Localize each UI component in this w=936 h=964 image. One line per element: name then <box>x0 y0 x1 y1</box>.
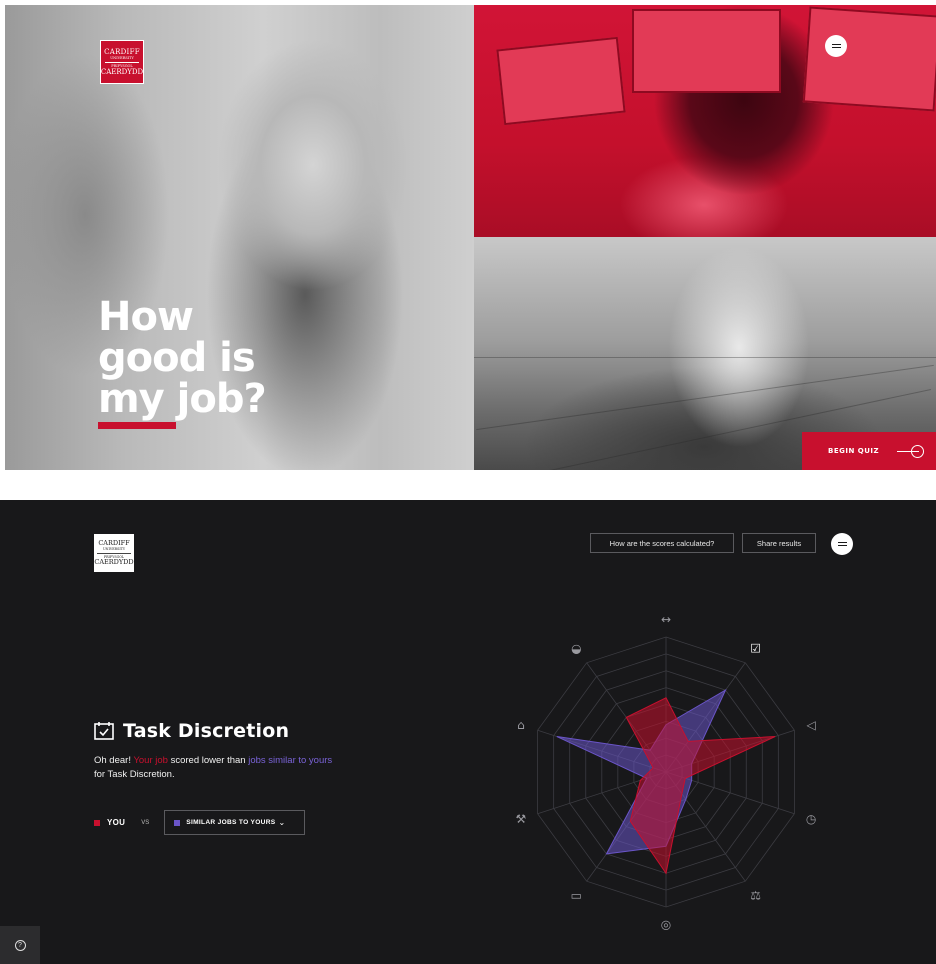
logo-text: CAERDYDD <box>94 558 134 567</box>
share-results-button[interactable]: Share results <box>742 533 816 553</box>
hero-title-line: my job? <box>98 376 267 422</box>
description-text: scored lower than <box>167 755 249 766</box>
you-swatch <box>94 819 100 826</box>
cardiff-logo[interactable]: CARDIFF UNIVERSITY PRIFYSGOL CAERDYDD <box>100 40 144 84</box>
hero-section: CARDIFF UNIVERSITY PRIFYSGOL CAERDYDD Ho… <box>5 5 936 470</box>
hero-title-line: How <box>98 294 194 340</box>
similar-jobs-label: SIMILAR JOBS TO YOURS <box>186 819 276 826</box>
similar-swatch <box>174 819 181 826</box>
scores-calculation-label: How are the scores calculated? <box>609 538 715 548</box>
checklist-icon <box>94 722 114 740</box>
begin-quiz-label: BEGIN QUIZ <box>828 447 880 455</box>
logo-text: CAERDYDD <box>100 67 144 76</box>
radar-chart: ↔ ☑ ◁ ◷ ⚖ ◎ ▭ ⚒ ⌂ ◒ <box>516 612 817 932</box>
menu-button[interactable] <box>825 35 847 57</box>
chevron-down-icon: ⌄ <box>278 818 286 827</box>
hero-title-line: good is <box>98 335 256 381</box>
logo-text: UNIVERSITY <box>102 546 126 551</box>
similar-jobs-dropdown[interactable]: SIMILAR JOBS TO YOURS ⌄ <box>164 810 306 835</box>
tools-icon: ⚒ <box>516 812 527 826</box>
scores-calculation-button[interactable]: How are the scores calculated? <box>590 533 734 553</box>
share-results-label: Share results <box>756 538 802 548</box>
menu-button[interactable] <box>831 533 853 555</box>
vs-label: VS <box>141 819 150 826</box>
description-similar-jobs: jobs similar to yours <box>248 755 333 766</box>
comparison-legend: YOU VS SIMILAR JOBS TO YOURS ⌄ <box>94 810 306 835</box>
result-description: Oh dear! Your job scored lower than jobs… <box>94 754 344 782</box>
lock-icon: ⌂ <box>517 718 525 732</box>
hero-title: How good is my job? <box>98 297 398 420</box>
dimension-title: Task Discretion <box>123 720 290 742</box>
megaphone-icon: ◁ <box>805 718 815 732</box>
results-section: CARDIFF UNIVERSITY PRIFYSGOL CAERDYDD Ho… <box>0 500 936 964</box>
you-label: YOU <box>107 818 126 827</box>
checklist-icon: ☑ <box>750 642 761 656</box>
hamburger-icon <box>831 42 841 50</box>
logo-text: UNIVERSITY <box>110 55 134 60</box>
piggy-bank-icon: ◒ <box>571 642 581 656</box>
clock-icon: ◷ <box>806 812 817 826</box>
logo-text: CARDIFF <box>98 539 130 548</box>
logo-text: CARDIFF <box>104 47 140 56</box>
cardiff-logo[interactable]: CARDIFF UNIVERSITY PRIFYSGOL CAERDYDD <box>94 534 134 572</box>
description-text: Oh dear! <box>94 755 134 766</box>
begin-quiz-button[interactable]: BEGIN QUIZ <box>802 432 936 470</box>
description-your-job: Your job <box>133 755 168 766</box>
scales-icon: ⚖ <box>750 888 761 902</box>
hero-photo-desk <box>474 5 936 237</box>
dumbbell-icon: ↔ <box>661 612 671 626</box>
arrow-right-icon <box>897 445 925 458</box>
hamburger-icon <box>837 540 847 548</box>
money-icon: ▭ <box>571 888 582 902</box>
description-text: for Task Discretion. <box>94 769 175 780</box>
title-underline <box>98 422 176 429</box>
help-icon: ? <box>14 939 26 951</box>
help-button[interactable]: ? <box>0 926 40 964</box>
dimension-heading: Task Discretion <box>94 720 289 742</box>
lifebuoy-icon: ◎ <box>661 918 671 932</box>
